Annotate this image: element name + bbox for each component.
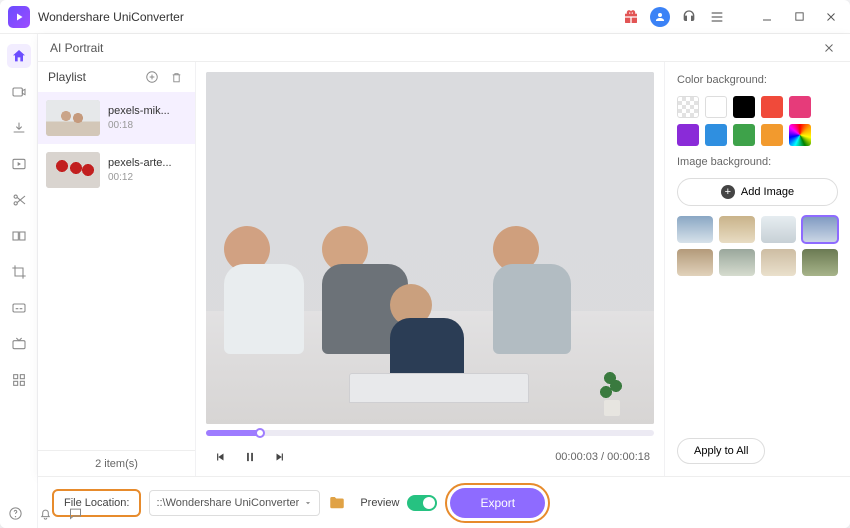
bg-thumb[interactable]	[677, 249, 713, 276]
footer-icons	[6, 504, 84, 522]
image-bg-label: Image background:	[677, 156, 838, 168]
playlist-add-icon[interactable]	[143, 68, 161, 86]
color-swatches	[677, 96, 838, 146]
sidebar-left	[0, 34, 38, 528]
prev-frame-icon[interactable]	[210, 447, 230, 467]
app-title: Wondershare UniConverter	[38, 10, 622, 24]
titlebar: Wondershare UniConverter	[0, 0, 850, 34]
swatch-rainbow[interactable]	[789, 124, 811, 146]
swatch-transparent[interactable]	[677, 96, 699, 118]
nav-video-icon[interactable]	[7, 80, 31, 104]
playlist-item-name: pexels-mik...	[108, 105, 170, 117]
playlist-delete-icon[interactable]	[167, 68, 185, 86]
file-location-path: ::\Wondershare UniConverter	[156, 497, 299, 509]
swatch-pink[interactable]	[789, 96, 811, 118]
plus-icon: +	[721, 185, 735, 199]
swatch-red[interactable]	[761, 96, 783, 118]
playlist-item[interactable]: pexels-mik... 00:18	[38, 92, 195, 144]
preview-canvas[interactable]	[206, 72, 654, 424]
ai-portrait-panel: AI Portrait Playlist pexels-	[38, 34, 850, 476]
app-window: Wondershare UniConverter	[0, 0, 850, 528]
playlist-item-name: pexels-arte...	[108, 157, 172, 169]
nav-subtitle-icon[interactable]	[7, 296, 31, 320]
swatch-purple[interactable]	[677, 124, 699, 146]
nav-download-icon[interactable]	[7, 116, 31, 140]
bg-thumb[interactable]	[719, 216, 755, 243]
timecode: 00:00:03 / 00:00:18	[555, 451, 650, 463]
apply-to-all-button[interactable]: Apply to All	[677, 438, 765, 464]
playlist-item[interactable]: pexels-arte... 00:12	[38, 144, 195, 196]
nav-apps-icon[interactable]	[7, 368, 31, 392]
bg-thumb[interactable]	[761, 216, 797, 243]
feedback-icon[interactable]	[66, 504, 84, 522]
swatch-white[interactable]	[705, 96, 727, 118]
pause-icon[interactable]	[240, 447, 260, 467]
nav-merge-icon[interactable]	[7, 224, 31, 248]
preview-toggle-label: Preview	[360, 497, 399, 509]
playlist-count: 2 item(s)	[38, 450, 195, 476]
swatch-blue[interactable]	[705, 124, 727, 146]
bg-thumb[interactable]	[719, 249, 755, 276]
transport-bar: 00:00:03 / 00:00:18	[206, 442, 654, 472]
playlist-item-duration: 00:12	[108, 172, 172, 183]
bg-thumb[interactable]	[802, 216, 838, 243]
nav-crop-icon[interactable]	[7, 260, 31, 284]
open-folder-icon[interactable]	[328, 494, 346, 512]
title-controls	[622, 6, 842, 28]
bg-thumb[interactable]	[677, 216, 713, 243]
playlist-item-duration: 00:18	[108, 120, 170, 131]
preview-column: 00:00:03 / 00:00:18	[196, 62, 664, 476]
file-location-combo[interactable]: ::\Wondershare UniConverter	[149, 490, 320, 516]
window-minimize[interactable]	[756, 6, 778, 28]
timeline-knob[interactable]	[255, 428, 265, 438]
swatch-black[interactable]	[733, 96, 755, 118]
bg-thumb[interactable]	[761, 249, 797, 276]
window-maximize[interactable]	[788, 6, 810, 28]
playlist-column: Playlist pexels-mik... 00:18	[38, 62, 196, 476]
swatch-green[interactable]	[733, 124, 755, 146]
panel-title: AI Portrait	[50, 41, 103, 55]
nav-home-icon[interactable]	[7, 44, 31, 68]
menu-icon[interactable]	[708, 8, 726, 26]
nav-play-rect-icon[interactable]	[7, 152, 31, 176]
avatar-icon[interactable]	[650, 7, 670, 27]
playlist-items: pexels-mik... 00:18 pexels-arte... 00:12	[38, 92, 195, 450]
export-bar: File Location: ::\Wondershare UniConvert…	[38, 476, 850, 528]
bell-icon[interactable]	[36, 504, 54, 522]
playlist-thumb	[46, 100, 100, 136]
gift-icon[interactable]	[622, 8, 640, 26]
color-bg-label: Color background:	[677, 74, 838, 86]
add-image-label: Add Image	[741, 186, 794, 198]
window-close[interactable]	[820, 6, 842, 28]
app-body: AI Portrait Playlist pexels-	[0, 34, 850, 528]
panel-header: AI Portrait	[38, 34, 850, 62]
bg-thumb[interactable]	[802, 249, 838, 276]
export-highlight: Export	[445, 483, 550, 523]
nav-cut-icon[interactable]	[7, 188, 31, 212]
playlist-thumb	[46, 152, 100, 188]
panel-content: Playlist pexels-mik... 00:18	[38, 62, 850, 476]
nav-tv-icon[interactable]	[7, 332, 31, 356]
preview-switch[interactable]	[407, 495, 437, 511]
next-frame-icon[interactable]	[270, 447, 290, 467]
chevron-down-icon	[303, 498, 313, 508]
panel-close-icon[interactable]	[820, 39, 838, 57]
bg-thumbnails	[677, 216, 838, 276]
timeline-row	[206, 424, 654, 442]
headset-icon[interactable]	[680, 8, 698, 26]
playlist-header: Playlist	[38, 62, 195, 92]
export-button[interactable]: Export	[450, 488, 545, 518]
timeline-scrubber[interactable]	[206, 430, 654, 436]
tools-column: Color background: Image background:	[664, 62, 850, 476]
swatch-orange[interactable]	[761, 124, 783, 146]
app-logo	[8, 6, 30, 28]
help-icon[interactable]	[6, 504, 24, 522]
playlist-heading: Playlist	[48, 70, 137, 84]
add-image-button[interactable]: + Add Image	[677, 178, 838, 206]
